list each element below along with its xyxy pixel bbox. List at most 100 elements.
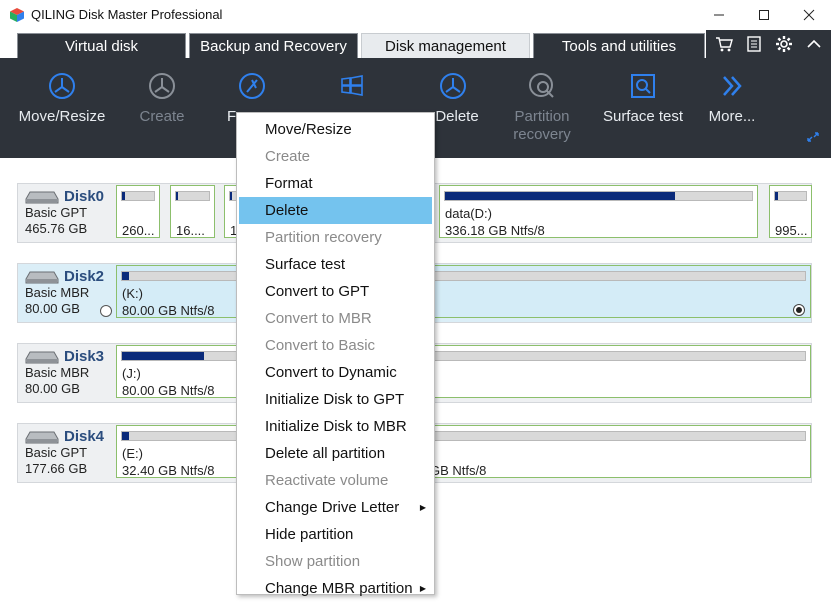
usage-bar: [121, 271, 806, 281]
partition-info: 80.00 GB Ntfs/8: [122, 303, 215, 318]
disk-name: Disk2: [64, 268, 105, 285]
tab-disk-management[interactable]: Disk management: [361, 33, 530, 58]
surface-test-icon: [631, 74, 655, 98]
menu-item-surface-test[interactable]: Surface test: [239, 251, 432, 278]
menu-item-label: Partition recovery: [265, 229, 382, 246]
create-button[interactable]: Create: [122, 58, 202, 158]
chevron-double-right-icon: [723, 76, 742, 96]
window-title: QILING Disk Master Professional: [31, 7, 223, 22]
menu-item-delete[interactable]: Delete: [239, 197, 432, 224]
collapse-icon[interactable]: [805, 35, 823, 53]
partition-block[interactable]: (K:) 80.00 GB Ntfs/8: [116, 265, 811, 318]
expand-arrows-icon[interactable]: [806, 131, 820, 143]
partition-label: (E:): [122, 446, 143, 461]
menu-item-label: Initialize Disk to GPT: [265, 391, 405, 408]
usage-bar-fill: [122, 272, 129, 280]
surface-test-button[interactable]: Surface test: [597, 58, 689, 158]
menu-item-initialize-mbr[interactable]: Initialize Disk to MBR: [239, 413, 432, 440]
minimize-button[interactable]: [704, 4, 734, 26]
menu-item-label: Format: [265, 175, 313, 192]
disk-name: Disk4: [64, 428, 105, 445]
menu-item-label: Delete all partition: [265, 445, 386, 462]
list-icon[interactable]: [745, 35, 763, 53]
partition-info: 995...: [775, 223, 808, 238]
menu-item-label: Convert to Basic: [265, 337, 376, 354]
menu-item-move-resize[interactable]: Move/Resize: [239, 116, 432, 143]
menu-item-label: Delete: [265, 202, 309, 219]
disk-type: Basic MBR: [25, 285, 90, 300]
menu-item-show-partition[interactable]: Show partition: [239, 548, 432, 575]
usage-bar: [121, 351, 806, 361]
hard-drive-icon: [25, 191, 59, 204]
partition-block[interactable]: data(D:) 336.18 GB Ntfs/8: [439, 185, 758, 238]
hard-drive-icon: [25, 431, 59, 444]
menu-item-label: Convert to GPT: [265, 283, 370, 300]
partition-block[interactable]: (J:) 80.00 GB Ntfs/8: [116, 345, 811, 398]
usage-bar-fill: [775, 192, 779, 200]
toolbar-label: Create: [139, 108, 185, 125]
menu-item-label: Surface test: [265, 256, 346, 273]
usage-bar-fill: [230, 192, 232, 200]
usage-bar: [774, 191, 807, 201]
hard-drive-icon: [25, 351, 59, 364]
windows-icon: [341, 75, 363, 96]
menu-item-hide-partition[interactable]: Hide partition: [239, 521, 432, 548]
move-resize-icon: [49, 73, 75, 99]
usage-bar: [175, 191, 210, 201]
menu-item-convert-to-basic[interactable]: Convert to Basic: [239, 332, 432, 359]
maximize-button[interactable]: [749, 4, 779, 26]
toolbar-label: Move/Resize: [18, 108, 106, 125]
partition-block[interactable]: 995...: [769, 185, 812, 238]
partition-block[interactable]: (E:) 32.40 GB Ntfs/8 GB Ntfs/8: [116, 425, 811, 478]
more-button[interactable]: More...: [702, 58, 762, 158]
usage-bar-fill: [122, 192, 126, 200]
menu-item-change-drive-letter[interactable]: Change Drive Letter ▶: [239, 494, 432, 521]
app-logo-icon: [10, 8, 24, 22]
gear-icon[interactable]: [775, 35, 793, 53]
partition-label: (J:): [122, 366, 141, 381]
tab-tools-and-utilities[interactable]: Tools and utilities: [533, 33, 705, 58]
submenu-arrow-icon: ▶: [419, 503, 426, 512]
submenu-arrow-icon: ▶: [419, 584, 426, 593]
tab-virtual-disk[interactable]: Virtual disk: [17, 33, 186, 58]
partition-recovery-button[interactable]: Partition recovery: [502, 58, 582, 158]
menu-item-create[interactable]: Create: [239, 143, 432, 170]
partition-info: 336.18 GB Ntfs/8: [445, 223, 545, 238]
tab-backup-and-recovery[interactable]: Backup and Recovery: [189, 33, 358, 58]
toolbar-label: More...: [708, 108, 756, 125]
menu-item-convert-to-gpt[interactable]: Convert to GPT: [239, 278, 432, 305]
move-resize-button[interactable]: Move/Resize: [12, 58, 112, 158]
usage-bar: [121, 431, 806, 441]
disk-size: 80.00 GB: [25, 381, 80, 396]
menu-item-convert-to-dynamic[interactable]: Convert to Dynamic: [239, 359, 432, 386]
disk-size: 80.00 GB: [25, 301, 80, 316]
menu-item-convert-to-mbr[interactable]: Convert to MBR: [239, 305, 432, 332]
partition-block[interactable]: 260...: [116, 185, 160, 238]
disk-name: Disk3: [64, 348, 105, 365]
usage-bar: [444, 191, 753, 201]
partition-label: (K:): [122, 286, 143, 301]
context-menu: Move/Resize Create Format Delete Partiti…: [236, 112, 435, 597]
disk-radio[interactable]: [100, 305, 112, 317]
partition-block[interactable]: 16....: [170, 185, 215, 238]
toolbar-label: Surface test: [602, 108, 684, 125]
maximize-icon: [759, 10, 769, 20]
menu-item-partition-recovery[interactable]: Partition recovery: [239, 224, 432, 251]
cart-icon[interactable]: [715, 35, 733, 53]
close-button[interactable]: [794, 4, 824, 26]
menu-item-reactivate-volume[interactable]: Reactivate volume: [239, 467, 432, 494]
disk-type: Basic MBR: [25, 365, 90, 380]
partition-radio[interactable]: [793, 304, 805, 316]
menu-item-label: Show partition: [265, 553, 361, 570]
menu-item-initialize-gpt[interactable]: Initialize Disk to GPT: [239, 386, 432, 413]
disk-size: 177.66 GB: [25, 461, 88, 476]
partition-info: 32.40 GB Ntfs/8: [122, 463, 215, 478]
menu-item-format[interactable]: Format: [239, 170, 432, 197]
menu-item-delete-all-partition[interactable]: Delete all partition: [239, 440, 432, 467]
format-icon: [239, 73, 265, 99]
menu-item-label: Change MBR partition: [265, 580, 413, 597]
partition-info: GB Ntfs/8: [430, 463, 487, 478]
menu-item-change-mbr-partition[interactable]: Change MBR partition ▶: [239, 575, 432, 602]
disk-size: 465.76 GB: [25, 221, 88, 236]
disk-type: Basic GPT: [25, 445, 88, 460]
